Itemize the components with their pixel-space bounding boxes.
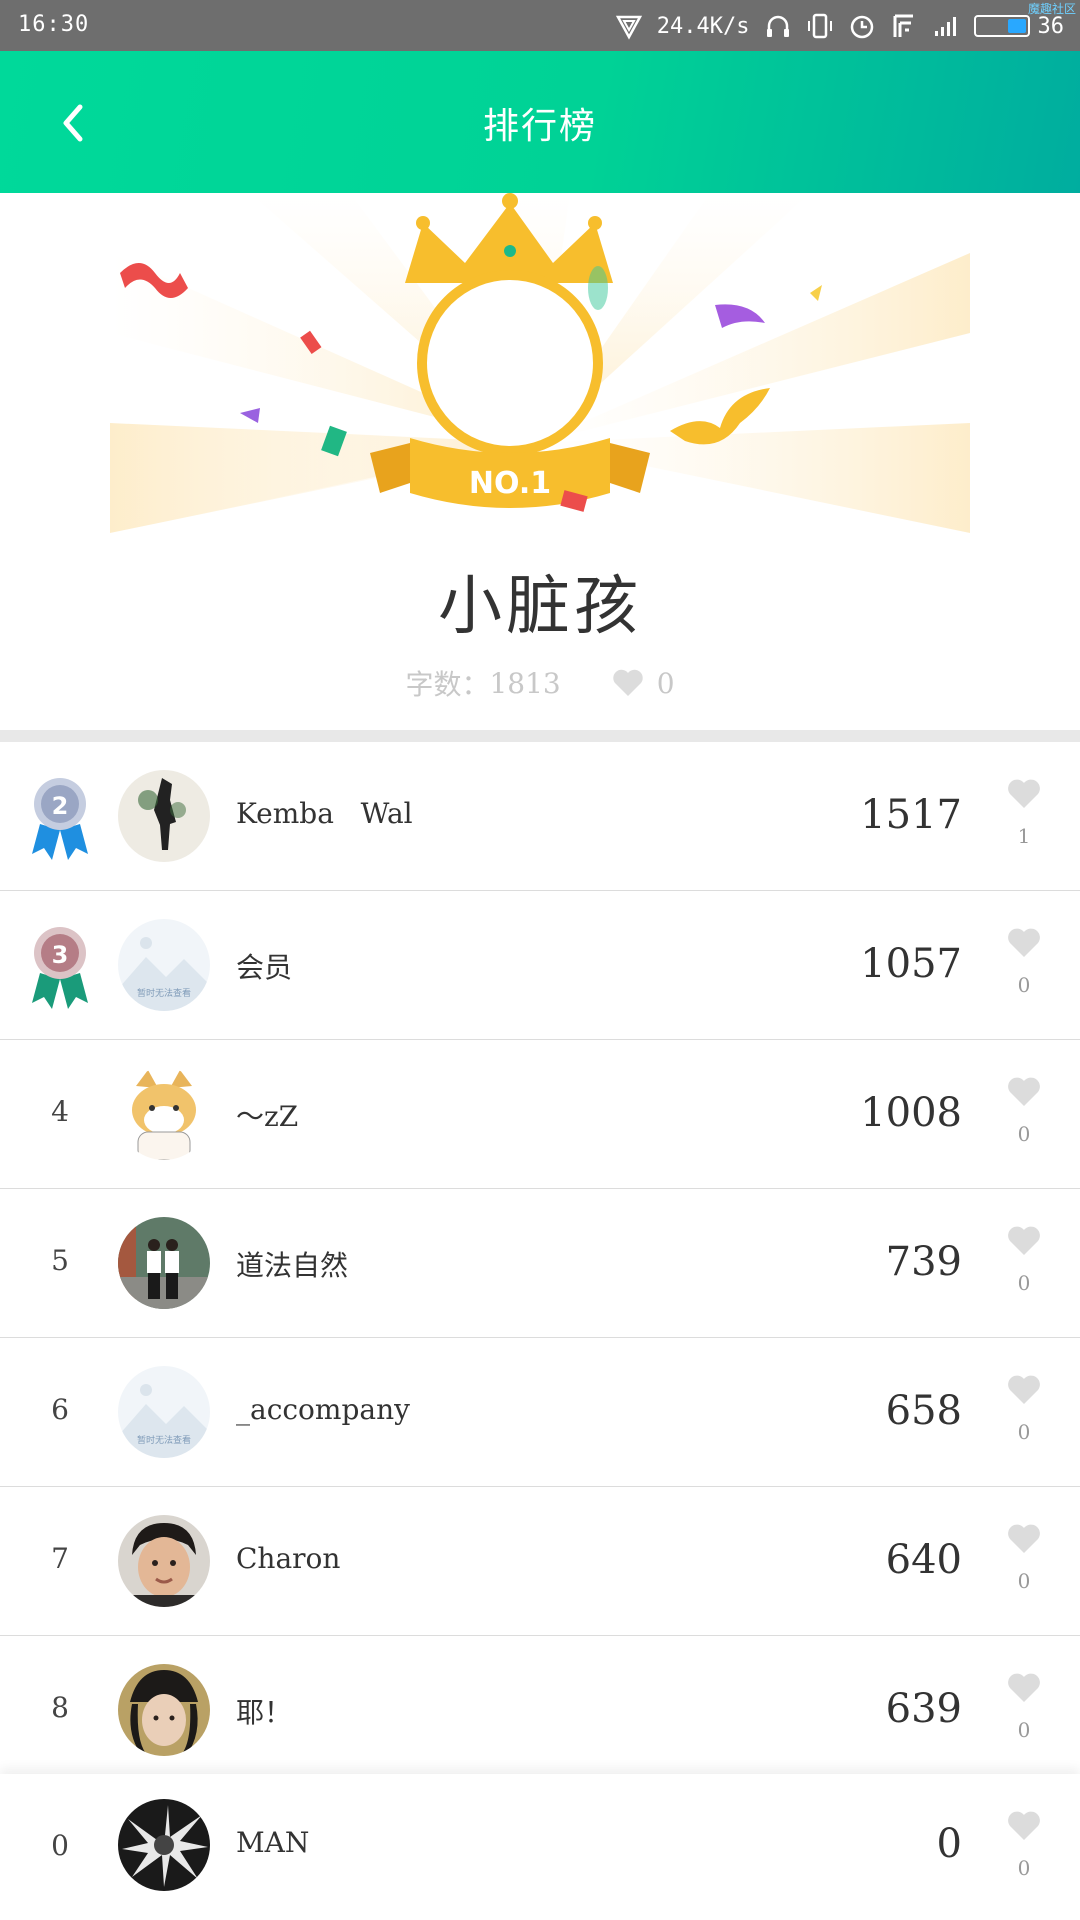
avatar[interactable] — [118, 1664, 210, 1756]
rank-number: 5 — [51, 1244, 69, 1277]
like-button[interactable]: 0 — [1002, 1672, 1046, 1742]
list-item[interactable]: 8 耶！ 639 0 — [0, 1636, 1080, 1785]
avatar[interactable] — [118, 1217, 210, 1309]
username: 耶！ — [236, 1696, 293, 1729]
top-user-stats: 字数： 1813 0 — [0, 663, 1080, 703]
vpn-icon — [615, 15, 642, 40]
like-button[interactable]: 0 — [1002, 1523, 1046, 1593]
current-user-row[interactable]: 0 MAN 0 0 — [0, 1774, 1080, 1920]
app-header: 排行榜 — [0, 51, 1080, 193]
word-count: 658 — [885, 1388, 962, 1434]
data-saver-icon — [893, 14, 913, 37]
avatar[interactable] — [118, 1799, 210, 1891]
list-item[interactable]: 3 暂时无法查看 会员 1057 0 — [0, 891, 1080, 1040]
list-item[interactable]: 5 道法自然 739 0 — [0, 1189, 1080, 1338]
like-count: 0 — [1017, 1718, 1031, 1742]
top-ranked-hero: NO.1 小脏孩 字数： 1813 0 — [0, 193, 1080, 730]
word-count: 1517 — [860, 792, 962, 838]
heart-icon[interactable] — [1006, 1076, 1042, 1108]
word-count: 0 — [936, 1821, 962, 1867]
net-speed: 24.4K/s — [656, 13, 750, 39]
heart-icon[interactable] — [1006, 1374, 1042, 1406]
svg-text:暂时无法查看: 暂时无法查看 — [137, 1434, 191, 1446]
username: 会员 — [236, 951, 293, 984]
like-count: 0 — [1017, 1856, 1031, 1880]
svg-text:暂时无法查看: 暂时无法查看 — [137, 987, 191, 999]
username: _accompany — [236, 1393, 410, 1426]
like-count: 0 — [1017, 1271, 1031, 1295]
username: 道法自然 — [236, 1249, 349, 1282]
list-item[interactable]: 2 Kemba Wal 1517 1 — [0, 742, 1080, 891]
page-title: 排行榜 — [482, 106, 597, 147]
username: Charon — [236, 1542, 341, 1575]
battery-icon — [973, 15, 1030, 37]
username: Kemba Wal — [236, 797, 413, 830]
like-button[interactable]: 0 — [1002, 927, 1046, 997]
avatar[interactable]: 暂时无法查看 — [118, 919, 210, 1011]
like-button[interactable]: 0 — [1002, 1225, 1046, 1295]
battery-level: 36 — [1037, 13, 1065, 39]
like-count: 0 — [1017, 973, 1031, 997]
bronze-medal-icon: 3 — [32, 927, 88, 1009]
word-count: 640 — [885, 1537, 962, 1583]
like-button[interactable]: 0 — [1002, 1076, 1046, 1146]
like-button[interactable]: 1 — [1002, 778, 1046, 848]
heart-icon[interactable] — [1006, 1225, 1042, 1257]
rank-number: 7 — [51, 1542, 69, 1575]
heart-icon[interactable] — [611, 668, 645, 698]
like-button[interactable]: 0 — [1002, 1374, 1046, 1444]
avatar[interactable] — [118, 1515, 210, 1607]
status-bar: 16:30 24.4K/s 36 魔趣社区 — [0, 0, 1080, 51]
word-count-value: 1813 — [489, 666, 561, 700]
svg-text:2: 2 — [52, 792, 69, 820]
status-time: 16:30 — [18, 12, 90, 37]
headphones-icon — [766, 15, 789, 37]
list-item[interactable]: 4 ～zZ 1008 0 — [0, 1040, 1080, 1189]
status-corner-label: 魔趣社区 — [1027, 2, 1076, 16]
avatar[interactable] — [118, 770, 210, 862]
heart-icon[interactable] — [1006, 927, 1042, 959]
heart-icon[interactable] — [1006, 1810, 1042, 1842]
no1-badge: NO.1 — [469, 466, 551, 501]
rank-number: 4 — [51, 1095, 69, 1128]
rank-number: 0 — [51, 1829, 69, 1862]
like-count: 0 — [1017, 1569, 1031, 1593]
list-item[interactable]: 7 Charon 640 0 — [0, 1487, 1080, 1636]
list-item[interactable]: 6 暂时无法查看 _accompany 658 0 — [0, 1338, 1080, 1487]
avatar[interactable] — [118, 1068, 210, 1160]
svg-text:3: 3 — [52, 941, 69, 969]
like-count: 0 — [1017, 1420, 1031, 1444]
avatar[interactable]: 暂时无法查看 — [118, 1366, 210, 1458]
word-count: 1008 — [860, 1090, 962, 1136]
like-count: 1 — [1017, 824, 1031, 848]
heart-icon[interactable] — [1006, 778, 1042, 810]
crown-confetti-illustration: NO.1 — [110, 193, 970, 533]
word-count: 639 — [885, 1686, 962, 1732]
rank-number: 6 — [51, 1393, 69, 1426]
top-user-name: 小脏孩 — [438, 570, 642, 644]
section-divider — [0, 730, 1080, 742]
silver-medal-icon: 2 — [32, 778, 88, 860]
battery-indicator: 36 — [973, 13, 1065, 39]
like-count: 0 — [1017, 1122, 1031, 1146]
alarm-icon — [850, 15, 873, 39]
rank-number: 8 — [51, 1691, 69, 1724]
heart-icon[interactable] — [1006, 1672, 1042, 1704]
signal-icon — [934, 17, 956, 36]
username: ～zZ — [236, 1100, 299, 1133]
word-count: 739 — [885, 1239, 962, 1285]
ranking-list: 2 Kemba Wal 1517 1 3 暂时无法查看 会员 1057 0 4 … — [0, 742, 1080, 1785]
heart-icon[interactable] — [1006, 1523, 1042, 1555]
word-count: 1057 — [860, 941, 962, 987]
username: MAN — [236, 1826, 310, 1859]
like-button[interactable]: 0 — [1002, 1810, 1046, 1880]
word-count-label: 字数： — [405, 668, 490, 701]
vibrate-icon — [807, 13, 832, 39]
top-user-likes: 0 — [656, 666, 675, 700]
